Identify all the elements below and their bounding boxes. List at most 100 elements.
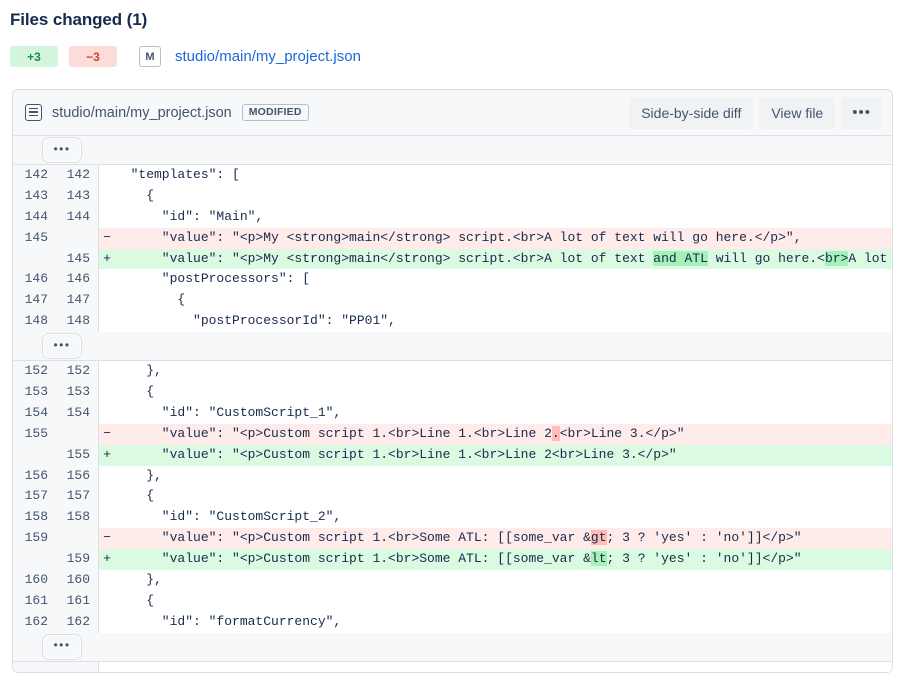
- diff-code-text: },: [115, 570, 892, 591]
- diff-marker: [99, 165, 115, 186]
- file-summary-row: +3 −3 M studio/main/my_project.json: [10, 46, 895, 67]
- diff-marker: [99, 612, 115, 633]
- old-line-number[interactable]: 145: [13, 228, 56, 249]
- diff-line-ctx: 160160 },: [13, 570, 892, 591]
- document-icon: [25, 104, 42, 121]
- new-line-number[interactable]: 152: [56, 361, 99, 382]
- new-line-number[interactable]: 156: [56, 466, 99, 487]
- word-diff-highlight: and ATL: [653, 251, 708, 266]
- diff-header-actions: Side-by-side diff View file •••: [629, 97, 882, 129]
- diff-code-text: },: [115, 361, 892, 382]
- diff-body: •••142142 "templates": [143143 {144144 "…: [13, 136, 892, 673]
- old-line-number[interactable]: 152: [13, 361, 56, 382]
- status-letter-badge: M: [139, 46, 161, 67]
- diff-marker: [99, 311, 115, 332]
- old-line-number[interactable]: 156: [13, 466, 56, 487]
- diff-hunk: 152152 },153153 {154154 "id": "CustomScr…: [13, 361, 892, 633]
- new-line-number[interactable]: 146: [56, 269, 99, 290]
- new-line-number[interactable]: 148: [56, 311, 99, 332]
- new-line-number[interactable]: 158: [56, 507, 99, 528]
- new-line-number[interactable]: 161: [56, 591, 99, 612]
- diff-line-ctx: 156156 },: [13, 466, 892, 487]
- diff-line-ctx: 152152 },: [13, 361, 892, 382]
- old-line-number[interactable]: 162: [13, 612, 56, 633]
- more-options-icon[interactable]: •••: [841, 97, 882, 129]
- file-path-link[interactable]: studio/main/my_project.json: [175, 48, 361, 65]
- diff-line-ctx: 144144 "id": "Main",: [13, 207, 892, 228]
- diff-code-text: {: [115, 591, 892, 612]
- diff-code-text: "id": "CustomScript_1",: [115, 403, 892, 424]
- diff-line-ctx: 147147 {: [13, 290, 892, 311]
- new-line-number[interactable]: [56, 528, 99, 549]
- old-line-number[interactable]: 159: [13, 528, 56, 549]
- page-title: Files changed (1): [10, 10, 895, 30]
- new-line-number[interactable]: 143: [56, 186, 99, 207]
- diff-card-header: studio/main/my_project.json MODIFIED Sid…: [13, 90, 892, 136]
- new-line-number[interactable]: 142: [56, 165, 99, 186]
- expand-hunk-button[interactable]: •••: [43, 334, 81, 358]
- view-file-button[interactable]: View file: [759, 97, 835, 129]
- new-line-number[interactable]: 157: [56, 486, 99, 507]
- old-line-number[interactable]: 146: [13, 269, 56, 290]
- diff-hunk: 142142 "templates": [143143 {144144 "id"…: [13, 165, 892, 332]
- new-line-number[interactable]: [56, 424, 99, 445]
- diff-code-text: },: [115, 466, 892, 487]
- word-diff-highlight: br>: [825, 251, 848, 266]
- diff-code-text: "postProcessorId": "PP01",: [115, 311, 892, 332]
- diff-marker: [99, 186, 115, 207]
- new-line-number[interactable]: 155: [56, 445, 99, 466]
- diff-code-text: "id": "CustomScript_2",: [115, 507, 892, 528]
- new-line-number[interactable]: [56, 228, 99, 249]
- diff-line-ctx: 148148 "postProcessorId": "PP01",: [13, 311, 892, 332]
- new-line-number[interactable]: 159: [56, 549, 99, 570]
- diff-marker: [99, 207, 115, 228]
- new-line-number[interactable]: 160: [56, 570, 99, 591]
- old-line-number[interactable]: 148: [13, 311, 56, 332]
- diff-marker: [99, 290, 115, 311]
- old-line-number[interactable]: 154: [13, 403, 56, 424]
- old-line-number[interactable]: 158: [13, 507, 56, 528]
- diff-line-ctx: 153153 {: [13, 382, 892, 403]
- old-line-number[interactable]: 143: [13, 186, 56, 207]
- new-line-number[interactable]: 145: [56, 249, 99, 270]
- diff-marker: [99, 507, 115, 528]
- diff-marker: −: [99, 228, 115, 249]
- diff-line-ctx: 158158 "id": "CustomScript_2",: [13, 507, 892, 528]
- hunk-separator: •••: [13, 136, 892, 165]
- status-badge: MODIFIED: [242, 104, 309, 122]
- diff-code-text: {: [115, 186, 892, 207]
- diff-code-text: {: [115, 382, 892, 403]
- diff-marker: [99, 382, 115, 403]
- old-line-number[interactable]: [13, 249, 56, 270]
- diff-line-add: 155+ "value": "<p>Custom script 1.<br>Li…: [13, 445, 892, 466]
- expand-hunk-button[interactable]: •••: [43, 138, 81, 162]
- ellipsis-icon: •••: [53, 639, 70, 651]
- new-line-number[interactable]: 154: [56, 403, 99, 424]
- old-line-number[interactable]: 144: [13, 207, 56, 228]
- diff-marker: +: [99, 549, 115, 570]
- diff-code-text: {: [115, 290, 892, 311]
- old-line-number[interactable]: 147: [13, 290, 56, 311]
- diff-line-ctx: 154154 "id": "CustomScript_1",: [13, 403, 892, 424]
- deletions-badge: −3: [69, 46, 117, 67]
- old-line-number[interactable]: 142: [13, 165, 56, 186]
- old-line-number[interactable]: 161: [13, 591, 56, 612]
- new-line-number[interactable]: 147: [56, 290, 99, 311]
- old-line-number[interactable]: 153: [13, 382, 56, 403]
- side-by-side-diff-button[interactable]: Side-by-side diff: [629, 97, 753, 129]
- old-line-number[interactable]: 160: [13, 570, 56, 591]
- old-line-number[interactable]: 157: [13, 486, 56, 507]
- new-line-number[interactable]: 162: [56, 612, 99, 633]
- diff-marker: +: [99, 249, 115, 270]
- diff-marker: −: [99, 424, 115, 445]
- diff-code-text: "value": "<p>My <strong>main</strong> sc…: [115, 249, 892, 270]
- new-line-number[interactable]: 144: [56, 207, 99, 228]
- diff-line-ctx: 143143 {: [13, 186, 892, 207]
- old-line-number[interactable]: 155: [13, 424, 56, 445]
- expand-hunk-button[interactable]: •••: [43, 635, 81, 659]
- new-line-number[interactable]: 153: [56, 382, 99, 403]
- diff-code-text: "postProcessors": [: [115, 269, 892, 290]
- old-line-number[interactable]: [13, 445, 56, 466]
- ellipsis-icon: •••: [53, 143, 70, 155]
- old-line-number[interactable]: [13, 549, 56, 570]
